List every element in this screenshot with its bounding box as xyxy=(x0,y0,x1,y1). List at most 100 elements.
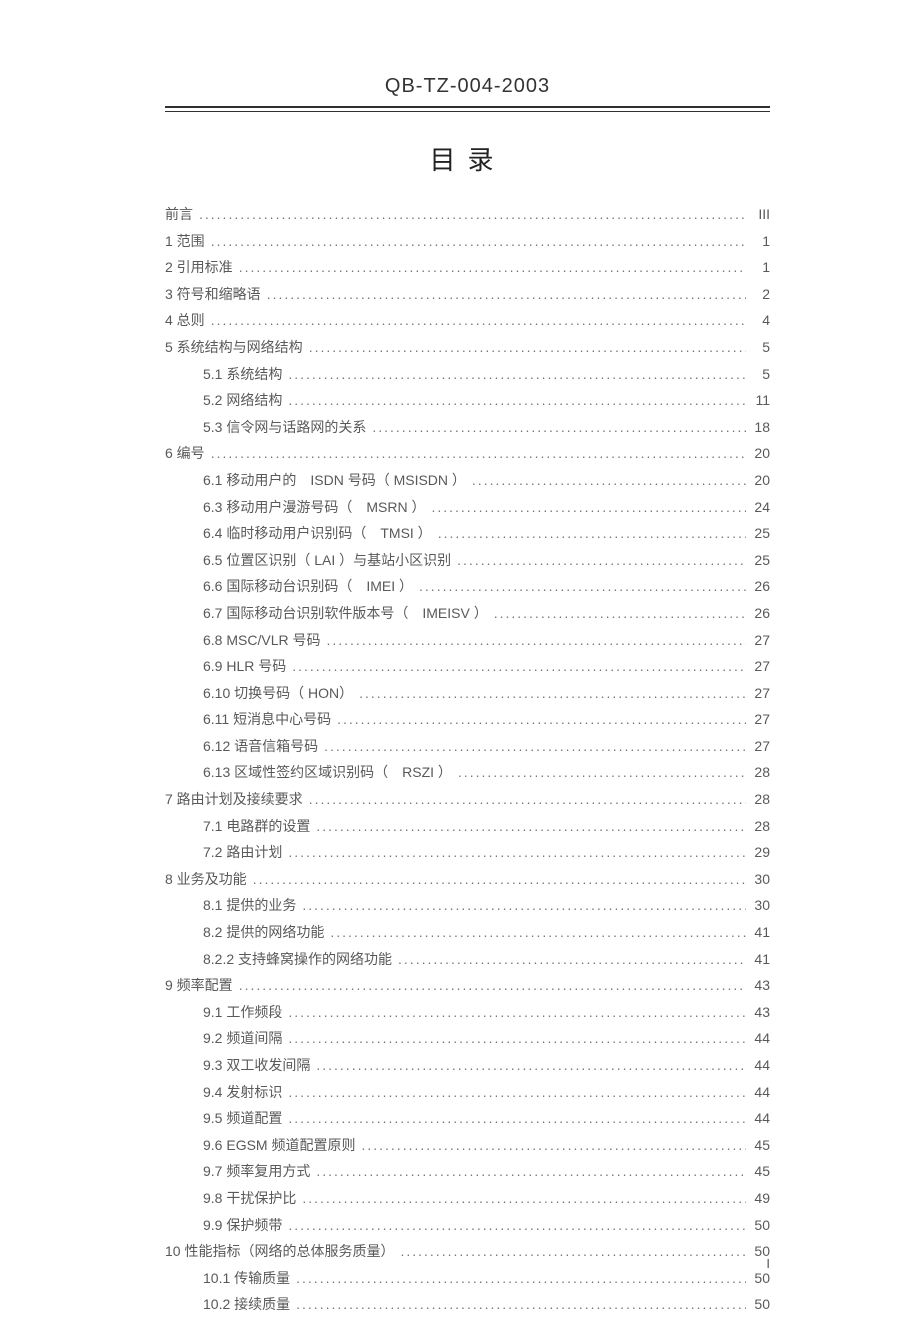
table-of-contents: 前言......................................… xyxy=(165,201,770,1318)
toc-page: 20 xyxy=(746,467,770,494)
toc-leader-dots: ........................................… xyxy=(318,733,746,760)
toc-page: III xyxy=(746,201,770,228)
toc-row: 7.1 电路群的设置..............................… xyxy=(165,813,770,840)
toc-row: 9.8 干扰保护比...............................… xyxy=(165,1185,770,1212)
toc-page: 20 xyxy=(746,440,770,467)
toc-row: 9.3 双工收发间隔..............................… xyxy=(165,1052,770,1079)
toc-label: 6.9 HLR 号码 xyxy=(203,653,286,680)
toc-label: 前言 xyxy=(165,201,193,228)
toc-page: 25 xyxy=(746,547,770,574)
toc-row: 2 引用标准..................................… xyxy=(165,254,770,281)
toc-row: 6.4 临时移动用户识别码（ TMSI ）...................… xyxy=(165,520,770,547)
toc-label: 6 编号 xyxy=(165,440,205,467)
toc-label: 6.4 临时移动用户识别码（ TMSI ） xyxy=(203,520,432,547)
toc-row: 6.8 MSC/VLR 号码..........................… xyxy=(165,627,770,654)
toc-row: 8.2 提供的网络功能.............................… xyxy=(165,919,770,946)
toc-page: 11 xyxy=(746,387,770,414)
toc-leader-dots: ........................................… xyxy=(233,972,746,999)
toc-row: 前言......................................… xyxy=(165,201,770,228)
toc-label: 6.5 位置区识别（ LAI ）与基站小区识别 xyxy=(203,547,451,574)
toc-label: 2 引用标准 xyxy=(165,254,233,281)
toc-leader-dots: ........................................… xyxy=(451,547,746,574)
toc-label: 9.3 双工收发间隔 xyxy=(203,1052,310,1079)
toc-page: 41 xyxy=(746,946,770,973)
toc-page: 5 xyxy=(746,334,770,361)
toc-row: 10.1 传输质量...............................… xyxy=(165,1265,770,1292)
toc-page: 27 xyxy=(746,733,770,760)
toc-row: 3 符号和缩略语................................… xyxy=(165,281,770,308)
toc-row: 6.6 国际移动台识别码（ IMEI ）....................… xyxy=(165,573,770,600)
toc-leader-dots: ........................................… xyxy=(247,866,746,893)
toc-row: 9.4 发射标识................................… xyxy=(165,1079,770,1106)
toc-row: 9.7 频率复用方式..............................… xyxy=(165,1158,770,1185)
toc-leader-dots: ........................................… xyxy=(355,1132,746,1159)
toc-row: 9 频率配置..................................… xyxy=(165,972,770,999)
toc-label: 9.8 干扰保护比 xyxy=(203,1185,296,1212)
toc-leader-dots: ........................................… xyxy=(282,1212,746,1239)
toc-label: 5.1 系统结构 xyxy=(203,361,282,388)
toc-leader-dots: ........................................… xyxy=(193,201,746,228)
toc-label: 9.7 频率复用方式 xyxy=(203,1158,310,1185)
toc-leader-dots: ........................................… xyxy=(310,1052,746,1079)
toc-page: 28 xyxy=(746,786,770,813)
toc-row: 6.11 短消息中心号码............................… xyxy=(165,706,770,733)
toc-leader-dots: ........................................… xyxy=(331,706,746,733)
doc-code: QB-TZ-004-2003 xyxy=(165,75,770,102)
toc-row: 9.6 EGSM 频道配置原则.........................… xyxy=(165,1132,770,1159)
toc-page: 29 xyxy=(746,839,770,866)
toc-label: 1 范围 xyxy=(165,228,205,255)
toc-label: 9.4 发射标识 xyxy=(203,1079,282,1106)
toc-row: 6.13 区域性签约区域识别码（ RSZI ）.................… xyxy=(165,759,770,786)
toc-leader-dots: ........................................… xyxy=(290,1291,746,1318)
toc-label: 5.2 网络结构 xyxy=(203,387,282,414)
toc-label: 6.6 国际移动台识别码（ IMEI ） xyxy=(203,573,413,600)
toc-leader-dots: ........................................… xyxy=(205,307,746,334)
toc-label: 6.7 国际移动台识别软件版本号（ IMEISV ） xyxy=(203,600,488,627)
toc-row: 10 性能指标（网络的总体服务质量）......................… xyxy=(165,1238,770,1265)
toc-page: 4 xyxy=(746,307,770,334)
toc-label: 10 性能指标（网络的总体服务质量） xyxy=(165,1238,394,1265)
toc-page: 27 xyxy=(746,680,770,707)
toc-page: 26 xyxy=(746,600,770,627)
toc-label: 9.1 工作频段 xyxy=(203,999,282,1026)
toc-row: 9.9 保护频带................................… xyxy=(165,1212,770,1239)
toc-label: 6.11 短消息中心号码 xyxy=(203,706,331,733)
toc-label: 9.5 频道配置 xyxy=(203,1105,282,1132)
toc-leader-dots: ........................................… xyxy=(282,387,746,414)
toc-page: 45 xyxy=(746,1132,770,1159)
toc-leader-dots: ........................................… xyxy=(233,254,746,281)
toc-leader-dots: ........................................… xyxy=(353,680,746,707)
toc-row: 6.5 位置区识别（ LAI ）与基站小区识别.................… xyxy=(165,547,770,574)
toc-page: 18 xyxy=(746,414,770,441)
toc-leader-dots: ........................................… xyxy=(303,786,746,813)
toc-row: 8.1 提供的业务...............................… xyxy=(165,892,770,919)
toc-label: 6.13 区域性签约区域识别码（ RSZI ） xyxy=(203,759,452,786)
toc-page: 28 xyxy=(746,813,770,840)
toc-row: 6.1 移动用户的 ISDN 号码（ MSISDN ）.............… xyxy=(165,467,770,494)
toc-label: 5 系统结构与网络结构 xyxy=(165,334,303,361)
toc-row: 6.12 语音信箱号码.............................… xyxy=(165,733,770,760)
toc-page: 44 xyxy=(746,1079,770,1106)
toc-leader-dots: ........................................… xyxy=(310,813,746,840)
toc-leader-dots: ........................................… xyxy=(310,1158,746,1185)
toc-row: 5.1 系统结构................................… xyxy=(165,361,770,388)
toc-page: 50 xyxy=(746,1212,770,1239)
toc-label: 9.2 频道间隔 xyxy=(203,1025,282,1052)
toc-page: 27 xyxy=(746,627,770,654)
toc-row: 8 业务及功能.................................… xyxy=(165,866,770,893)
toc-page: 24 xyxy=(746,494,770,521)
toc-leader-dots: ........................................… xyxy=(413,573,746,600)
toc-row: 5.3 信令网与话路网的关系..........................… xyxy=(165,414,770,441)
toc-label: 8 业务及功能 xyxy=(165,866,247,893)
toc-row: 6.7 国际移动台识别软件版本号（ IMEISV ）..............… xyxy=(165,600,770,627)
toc-page: 43 xyxy=(746,999,770,1026)
toc-row: 10.2 接续质量...............................… xyxy=(165,1291,770,1318)
toc-leader-dots: ........................................… xyxy=(282,1105,746,1132)
toc-leader-dots: ........................................… xyxy=(303,334,746,361)
toc-leader-dots: ........................................… xyxy=(452,759,746,786)
toc-page: 26 xyxy=(746,573,770,600)
toc-label: 6.10 切换号码（ HON） xyxy=(203,680,353,707)
toc-row: 7.2 路由计划................................… xyxy=(165,839,770,866)
toc-page: 1 xyxy=(746,228,770,255)
toc-page: 2 xyxy=(746,281,770,308)
